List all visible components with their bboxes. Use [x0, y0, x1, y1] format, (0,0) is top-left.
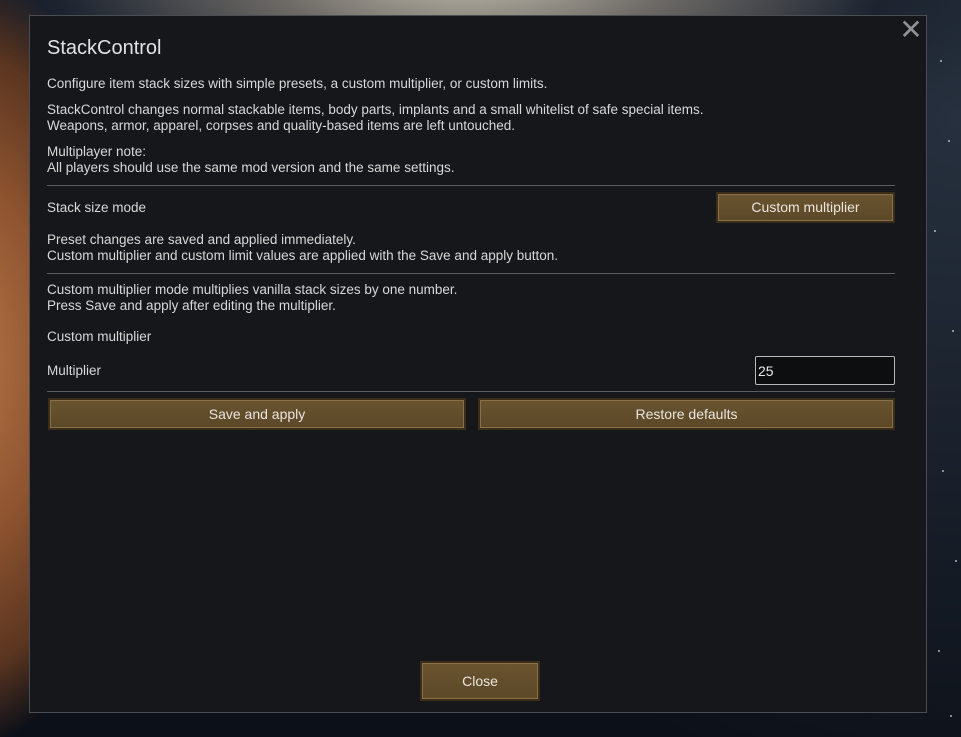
- preset-note-line-1: Preset changes are saved and applied imm…: [47, 232, 356, 247]
- dialog-title: StackControl: [47, 37, 162, 59]
- custom-note-line-2: Press Save and apply after editing the m…: [47, 298, 336, 313]
- multiplayer-note-text: All players should use the same mod vers…: [47, 160, 455, 175]
- custom-note-line-1: Custom multiplier mode multiplies vanill…: [47, 282, 458, 297]
- custom-multiplier-section-label: Custom multiplier: [47, 329, 152, 344]
- stack-size-mode-button[interactable]: Custom multiplier: [716, 192, 895, 223]
- multiplier-input[interactable]: [755, 356, 895, 385]
- multiplayer-note-title: Multiplayer note:: [47, 144, 147, 159]
- preset-note-line-2: Custom multiplier and custom limit value…: [47, 248, 559, 263]
- close-button[interactable]: Close: [420, 661, 540, 701]
- description-line-2: Weapons, armor, apparel, corpses and qua…: [47, 118, 516, 133]
- description-line-1: StackControl changes normal stackable it…: [47, 102, 704, 117]
- divider: [47, 185, 895, 186]
- divider: [47, 391, 895, 392]
- stack-size-mode-label: Stack size mode: [47, 200, 147, 215]
- divider: [47, 273, 895, 274]
- restore-defaults-button[interactable]: Restore defaults: [478, 398, 895, 430]
- save-and-apply-button[interactable]: Save and apply: [48, 398, 466, 430]
- settings-dialog: ✕ StackControl Configure item stack size…: [29, 15, 927, 713]
- close-icon[interactable]: ✕: [898, 16, 924, 44]
- intro-text: Configure item stack sizes with simple p…: [47, 76, 548, 91]
- multiplier-label: Multiplier: [47, 363, 102, 378]
